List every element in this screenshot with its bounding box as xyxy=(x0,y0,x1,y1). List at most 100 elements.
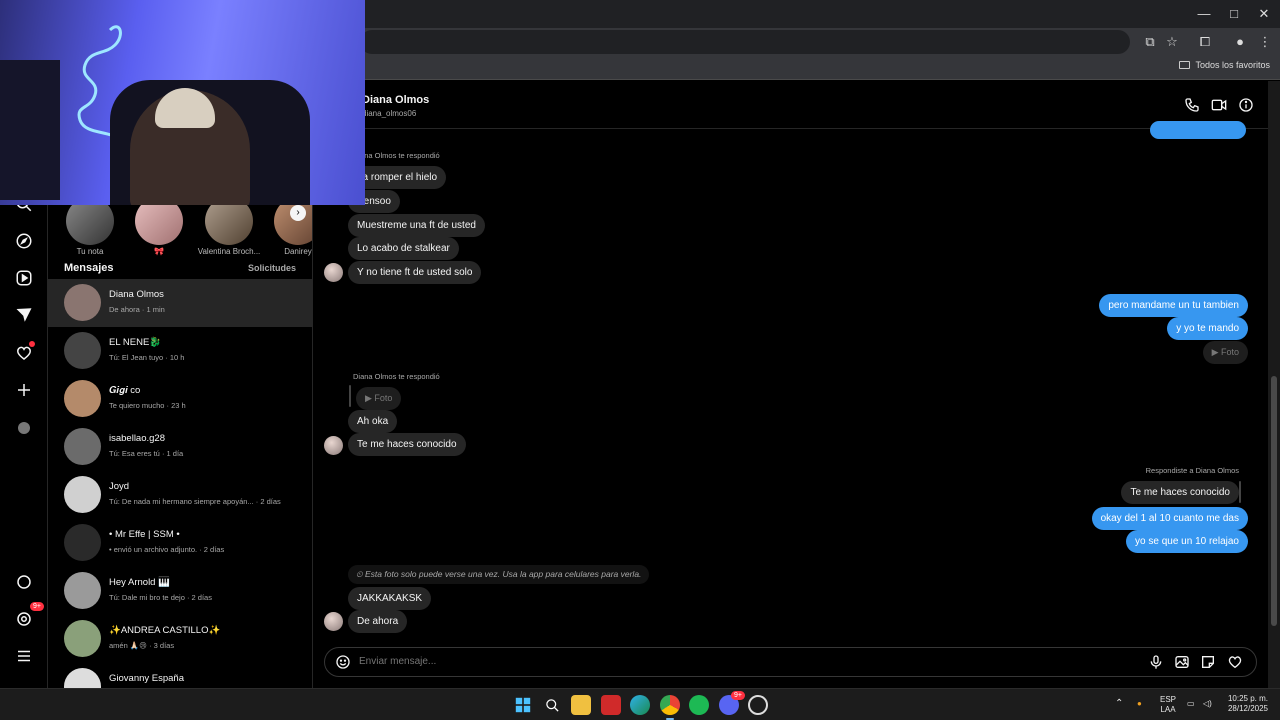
scrollbar-thumb[interactable] xyxy=(1271,376,1277,626)
clock-time: 10:25 p. m. xyxy=(1227,694,1268,703)
clock-date: 28/12/2025 xyxy=(1227,704,1268,713)
install-app-icon[interactable]: ⧉ xyxy=(1140,32,1160,52)
create-icon[interactable] xyxy=(14,380,34,400)
contact-avatar xyxy=(324,263,343,282)
microphone-icon[interactable] xyxy=(1148,654,1166,672)
thread-row[interactable]: ✨ANDREA CASTILLO✨ amén 🙏🏻😢 · 3 días xyxy=(48,615,312,663)
thread-name: isabellao.g28 xyxy=(109,433,165,444)
threads-icon[interactable] xyxy=(14,572,34,592)
thread-preview: Tú: El Jean tuyo · 10 h xyxy=(109,353,185,362)
spotify-icon[interactable] xyxy=(689,695,709,715)
reels-icon[interactable] xyxy=(14,268,34,288)
webcam-overlay xyxy=(0,0,365,205)
outgoing-message-partial xyxy=(1150,121,1246,139)
search-taskbar-icon[interactable] xyxy=(542,695,562,715)
note-item[interactable]: Valentina Broch... xyxy=(194,197,264,256)
thread-avatar xyxy=(64,620,101,657)
tray-chevron-icon[interactable]: ⌃ xyxy=(1115,699,1123,709)
volume-icon[interactable]: ◁) xyxy=(1203,699,1212,709)
thread-row[interactable]: Hey Arnold 🎹 Tú: Dale mi bro te dejo · 2… xyxy=(48,567,312,615)
chat-header: Diana Olmos diana_olmos06 xyxy=(313,81,1268,129)
menu-icon[interactable] xyxy=(14,646,34,666)
photo-label: Foto xyxy=(1220,347,1239,357)
bookmark-star-icon[interactable]: ☆ xyxy=(1162,32,1182,52)
file-explorer-icon[interactable] xyxy=(571,695,591,715)
thread-row[interactable]: isabellao.g28 Tú: Esa eres tú · 1 día xyxy=(48,423,312,471)
browser-menu-icon[interactable]: ⋮ xyxy=(1255,32,1275,52)
chat-pane: Diana Olmos diana_olmos06 Diana Olmos te… xyxy=(313,81,1268,688)
thread-row[interactable]: EL NENE🐉 Tú: El Jean tuyo · 10 h xyxy=(48,327,312,375)
language-indicator[interactable]: ESP LAA xyxy=(1157,695,1179,715)
profile-icon[interactable] xyxy=(14,418,34,438)
thread-name: EL NENE🐉 xyxy=(109,337,162,348)
notifications-icon[interactable] xyxy=(14,341,35,363)
like-heart-icon[interactable] xyxy=(1227,654,1245,672)
activity-icon[interactable]: 9+ xyxy=(14,602,44,629)
notification-dot xyxy=(29,341,35,347)
info-icon[interactable] xyxy=(1238,97,1256,115)
network-icon[interactable]: ▭ xyxy=(1187,699,1195,709)
profile-avatar-icon[interactable]: ● xyxy=(1230,32,1250,52)
message-input[interactable] xyxy=(359,656,1059,667)
note-item[interactable]: Tu nota xyxy=(55,197,125,256)
restore-button[interactable]: □ xyxy=(1220,4,1248,24)
edge-browser-icon[interactable] xyxy=(630,695,650,715)
quoted-message: Te me haces conocido xyxy=(1121,481,1239,504)
quoted-photo: ▶ Foto xyxy=(356,387,402,410)
incoming-message: Te me haces conocido xyxy=(348,433,466,456)
chrome-browser-icon[interactable] xyxy=(660,695,680,715)
address-bar[interactable] xyxy=(360,30,1130,54)
note-item[interactable]: 🎀 xyxy=(124,197,194,256)
folder-icon xyxy=(1179,61,1191,69)
thread-preview: Tú: Esa eres tú · 1 día xyxy=(109,449,184,458)
video-call-icon[interactable] xyxy=(1211,97,1229,115)
reply-quote-line xyxy=(349,385,351,407)
outgoing-message: y yo te mando xyxy=(1167,317,1248,340)
extensions-icon[interactable]: ⧠ xyxy=(1195,32,1215,52)
thread-row[interactable]: 𝑮𝒊𝒈𝒊 co Te quiero mucho · 23 h xyxy=(48,375,312,423)
emoji-icon[interactable] xyxy=(335,654,353,672)
notes-row: Tu nota 🎀 Valentina Broch... Danirey xyxy=(48,197,312,257)
outgoing-message: okay del 1 al 10 cuanto me das xyxy=(1091,507,1248,530)
windows-start-icon[interactable] xyxy=(513,695,533,715)
messages-heading: Mensajes xyxy=(64,262,114,274)
thread-preview: • envió un archivo adjunto. · 2 días xyxy=(109,545,225,554)
incoming-message: Y no tiene ft de usted solo xyxy=(348,261,482,284)
minimize-button[interactable]: — xyxy=(1190,4,1218,24)
explore-icon[interactable] xyxy=(14,231,34,251)
chat-contact-name[interactable]: Diana Olmos xyxy=(362,94,429,106)
note-item[interactable]: Danirey xyxy=(263,197,312,256)
tray-mic-icon[interactable]: ● xyxy=(1137,699,1142,709)
page-scrollbar[interactable] xyxy=(1268,81,1280,688)
thread-row[interactable]: Giovanny España xyxy=(48,663,312,688)
note-label: Valentina Broch... xyxy=(197,247,261,256)
media-app-icon[interactable] xyxy=(601,695,621,715)
notes-next-arrow-icon[interactable]: › xyxy=(290,205,306,221)
windows-taskbar: 9+ ⌃ ● ESP LAA ▭ ◁) 10:25 p. m. 28/12/20… xyxy=(0,688,1280,720)
view-once-notice: ⏲ Esta foto solo puede verse una vez. Us… xyxy=(348,565,650,584)
outgoing-message: yo se que un 10 relajao xyxy=(1126,530,1248,553)
phone-icon[interactable] xyxy=(1184,97,1202,115)
thread-preview: Te quiero mucho · 23 h xyxy=(109,401,186,410)
thread-avatar xyxy=(64,428,101,465)
incoming-message: De ahora xyxy=(348,610,408,633)
photo-placeholder[interactable]: ▶ Foto xyxy=(1202,341,1248,364)
thread-row[interactable]: • Mr Effe | SSM • • envió un archivo adj… xyxy=(48,519,312,567)
steam-app-icon[interactable] xyxy=(748,695,768,715)
clock[interactable]: 10:25 p. m. 28/12/2025 xyxy=(1222,694,1268,714)
discord-icon[interactable]: 9+ xyxy=(719,691,745,715)
thread-avatar xyxy=(64,332,101,369)
sticker-icon[interactable] xyxy=(1200,654,1218,672)
note-label: Danirey xyxy=(284,247,312,256)
thread-name: ✨ANDREA CASTILLO✨ xyxy=(109,625,221,636)
thread-name: 𝑮𝒊𝒈𝒊 co xyxy=(109,385,141,396)
requests-link[interactable]: Solicitudes xyxy=(248,263,296,273)
thread-row[interactable]: Joyd Tú: De nada mi hermano siempre apoy… xyxy=(48,471,312,519)
messages-icon[interactable] xyxy=(14,305,34,325)
webcam-shelf xyxy=(0,60,60,200)
image-upload-icon[interactable] xyxy=(1174,654,1192,672)
all-bookmarks-folder[interactable]: Todos los favoritos xyxy=(1179,60,1270,70)
close-window-button[interactable]: ✕ xyxy=(1250,4,1278,24)
thread-row[interactable]: Diana Olmos De ahora · 1 min xyxy=(48,279,312,327)
incoming-message: Lo acabo de stalkear xyxy=(348,237,459,260)
